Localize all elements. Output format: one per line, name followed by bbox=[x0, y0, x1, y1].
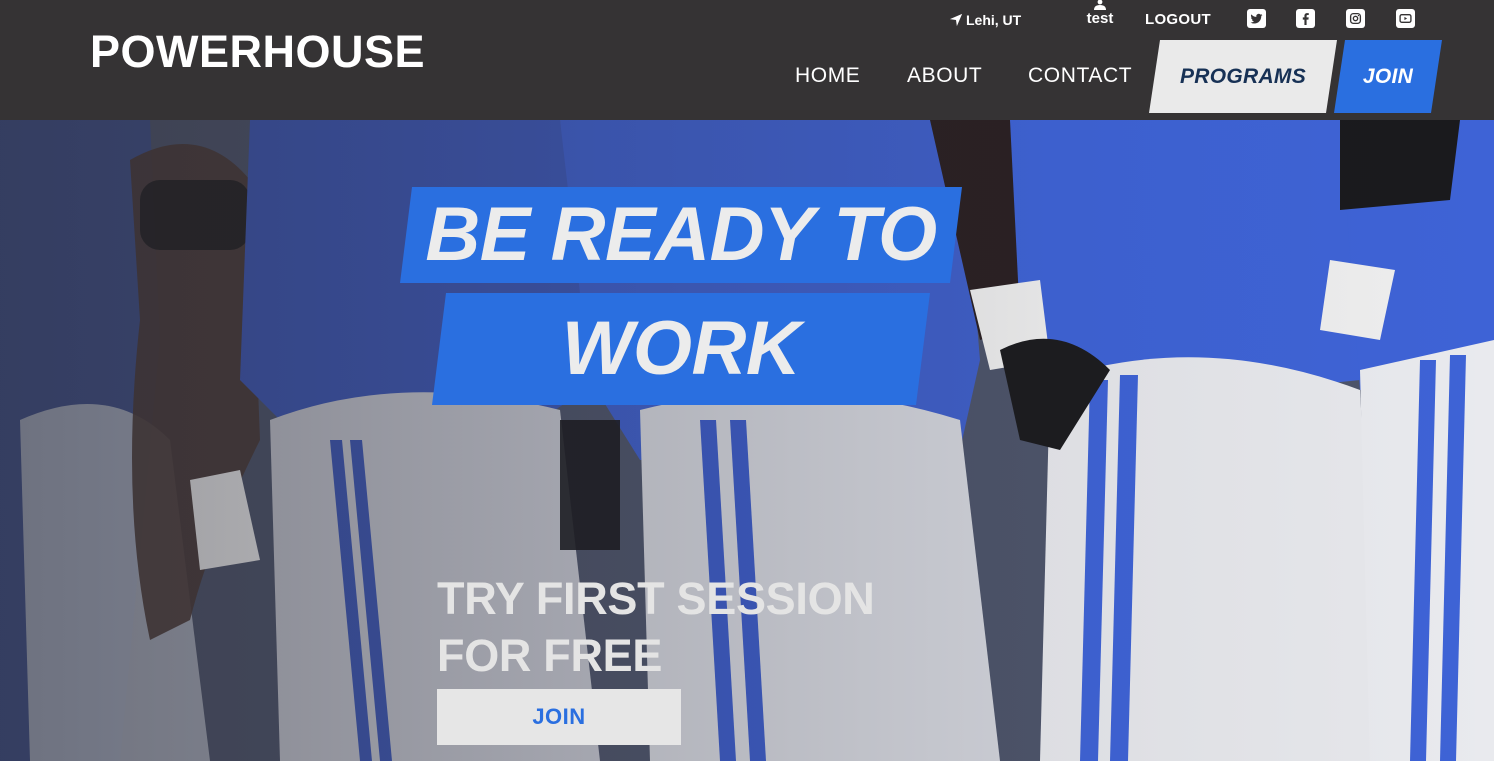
nav-join-button[interactable]: JOIN bbox=[1334, 40, 1442, 113]
headline-line-2-text: WORK bbox=[561, 306, 801, 391]
nav-about[interactable]: ABOUT bbox=[907, 64, 982, 88]
instagram-icon[interactable] bbox=[1346, 9, 1365, 28]
cta-heading-line-2: FOR FREE bbox=[437, 630, 663, 681]
username-label: test bbox=[1086, 10, 1114, 27]
nav-contact[interactable]: CONTACT bbox=[1028, 64, 1132, 88]
headline-line-1: BE READY TO bbox=[400, 187, 962, 283]
user-icon bbox=[1094, 0, 1106, 10]
facebook-icon[interactable] bbox=[1296, 9, 1315, 28]
nav-programs-button[interactable]: PROGRAMS bbox=[1149, 40, 1337, 113]
cta-heading-line-1: TRY FIRST SESSION bbox=[437, 573, 875, 624]
location-label: Lehi, UT bbox=[966, 12, 1022, 28]
location-arrow-icon bbox=[949, 13, 963, 27]
headline-line-2: WORK bbox=[432, 293, 930, 405]
cta-heading: TRY FIRST SESSION FOR FREE bbox=[437, 570, 875, 684]
location-display[interactable]: Lehi, UT bbox=[949, 12, 1021, 28]
hero-section: BE READY TO WORK TRY FIRST SESSION FOR F… bbox=[0, 120, 1494, 761]
logout-link[interactable]: LOGOUT bbox=[1145, 11, 1211, 28]
nav-home[interactable]: HOME bbox=[795, 64, 860, 88]
youtube-icon[interactable] bbox=[1396, 9, 1415, 28]
nav-join-label: JOIN bbox=[1362, 64, 1414, 88]
site-header: POWERHOUSE Lehi, UT test LOGOUT HOME ABO… bbox=[0, 0, 1494, 120]
nav-programs-label: PROGRAMS bbox=[1179, 64, 1307, 88]
twitter-icon[interactable] bbox=[1247, 9, 1266, 28]
cta-join-label: JOIN bbox=[532, 704, 586, 729]
user-account[interactable]: test bbox=[1080, 0, 1120, 27]
headline-line-1-text: BE READY TO bbox=[425, 192, 937, 277]
utility-bar: Lehi, UT test LOGOUT bbox=[0, 0, 1494, 38]
cta-join-button[interactable]: JOIN bbox=[437, 689, 681, 745]
